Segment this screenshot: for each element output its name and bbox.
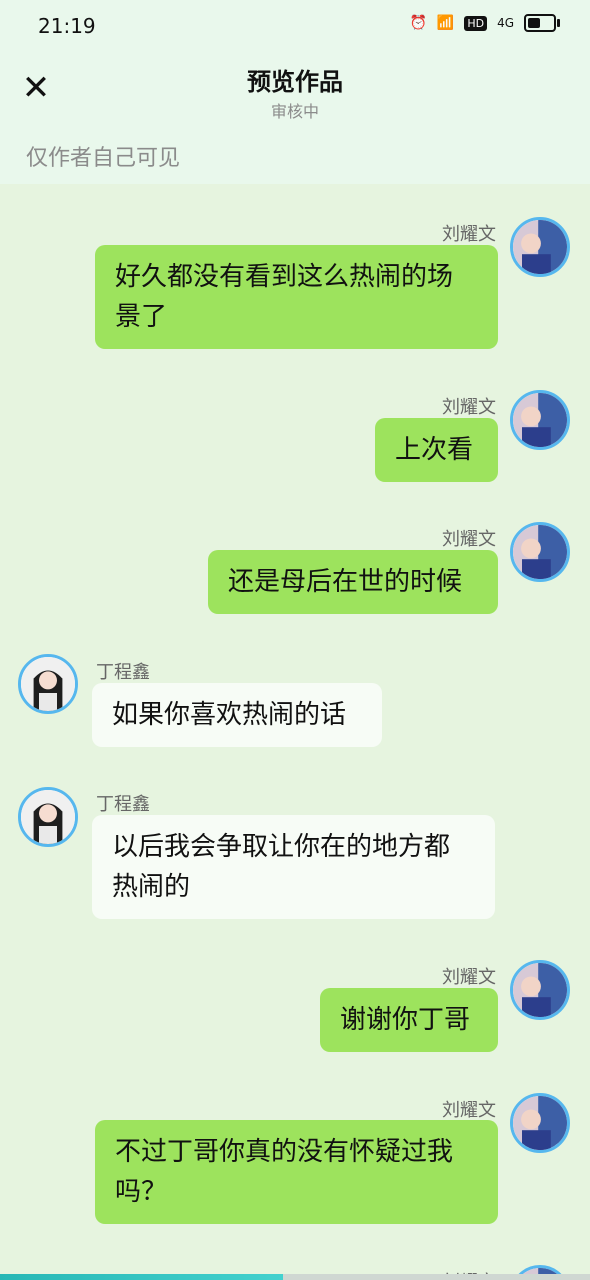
avatar-male-image bbox=[513, 963, 567, 1017]
page-title: 预览作品 bbox=[247, 68, 343, 96]
avatar-male-image bbox=[513, 220, 567, 274]
avatar[interactable] bbox=[18, 787, 78, 847]
sender-name: 刘耀文 bbox=[442, 397, 496, 418]
playback-progress-bar[interactable] bbox=[0, 1274, 590, 1280]
sender-name: 丁程鑫 bbox=[96, 794, 150, 815]
avatar[interactable] bbox=[510, 960, 570, 1020]
message-bubble[interactable]: 不过丁哥你真的没有怀疑过我吗？ bbox=[95, 1120, 498, 1224]
progress-fill bbox=[0, 1274, 284, 1280]
avatar[interactable] bbox=[510, 522, 570, 582]
message-bubble[interactable]: 还是母后在世的时候 bbox=[208, 550, 498, 614]
message-bubble[interactable]: 以后我会争取让你在的地方都热闹的 bbox=[92, 815, 495, 919]
hd-icon: HD bbox=[464, 15, 488, 31]
status-icons: ⏰ 📶 HD 4G bbox=[409, 14, 560, 32]
4g-signal-icon: 4G bbox=[497, 16, 514, 30]
avatar-male-image bbox=[513, 393, 567, 447]
avatar[interactable] bbox=[510, 217, 570, 277]
battery-icon bbox=[524, 14, 560, 32]
avatar-female-image bbox=[21, 657, 75, 711]
status-bar: 21:19 ⏰ 📶 HD 4G bbox=[0, 0, 590, 52]
avatar[interactable] bbox=[510, 1093, 570, 1153]
message-bubble[interactable]: 谢谢你丁哥 bbox=[320, 988, 498, 1052]
message-bubble[interactable]: 上次看 bbox=[375, 418, 498, 482]
avatar[interactable] bbox=[18, 654, 78, 714]
message-bubble[interactable]: 如果你喜欢热闹的话 bbox=[92, 683, 382, 747]
wifi-icon: 📶 bbox=[436, 15, 455, 31]
avatar-male-image bbox=[513, 1096, 567, 1150]
sender-name: 刘耀文 bbox=[442, 967, 496, 988]
sender-name: 刘耀文 bbox=[442, 1100, 496, 1121]
visibility-note: 仅作者自己可见 bbox=[26, 146, 181, 171]
status-time: 21:19 bbox=[38, 14, 96, 38]
sender-name: 刘耀文 bbox=[442, 224, 496, 245]
avatar-female-image bbox=[21, 790, 75, 844]
alarm-icon: ⏰ bbox=[409, 15, 427, 31]
message-bubble[interactable]: 好久都没有看到这么热闹的场景了 bbox=[95, 245, 498, 349]
avatar-male-image bbox=[513, 525, 567, 579]
top-bar: 21:19 ⏰ 📶 HD 4G ✕ 预览作品 审核中 仅作者自己可见 bbox=[0, 0, 590, 184]
sender-name: 丁程鑫 bbox=[96, 662, 150, 683]
chat-area[interactable]: 刘耀文 好久都没有看到这么热闹的场景了 刘耀文 上次看 刘耀文 还是母后在世的时… bbox=[0, 184, 590, 1280]
review-status: 审核中 bbox=[270, 102, 319, 121]
sender-name: 刘耀文 bbox=[442, 529, 496, 550]
avatar[interactable] bbox=[510, 390, 570, 450]
